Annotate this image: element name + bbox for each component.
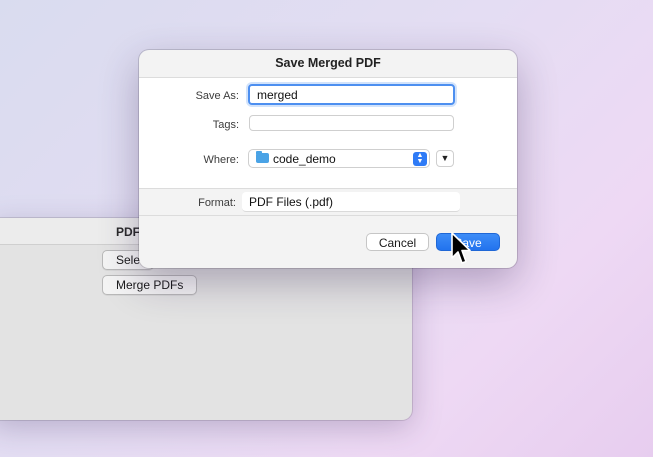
where-popup[interactable]: code_demo ▲ ▼ <box>248 149 430 168</box>
background-window-title: PDF <box>116 225 140 239</box>
tags-label: Tags: <box>212 119 239 131</box>
where-value: code_demo <box>273 152 336 166</box>
tags-field[interactable] <box>249 115 454 131</box>
folder-icon <box>256 151 269 163</box>
mouse-pointer-icon <box>451 232 471 264</box>
dialog-form-area: Save As: Tags: Where: code_demo ▲▼ ▼ <box>139 77 517 189</box>
save-as-label: Save As: <box>195 90 239 102</box>
where-label: Where: <box>203 154 239 166</box>
format-label: Format: <box>198 197 236 209</box>
divider <box>139 215 517 216</box>
up-down-chevron-icon: ▲ ▼ <box>413 152 427 166</box>
expand-dialog-button[interactable]: ▼ <box>436 150 454 167</box>
save-as-field[interactable] <box>248 84 455 105</box>
cancel-button[interactable]: Cancel <box>366 233 429 251</box>
dialog-title: Save Merged PDF <box>275 56 381 70</box>
format-popup[interactable]: PDF Files (.pdf) <box>242 192 460 212</box>
merge-pdfs-button[interactable]: Merge PDFs <box>102 275 198 295</box>
chevron-down-icon: ▼ <box>440 153 450 163</box>
